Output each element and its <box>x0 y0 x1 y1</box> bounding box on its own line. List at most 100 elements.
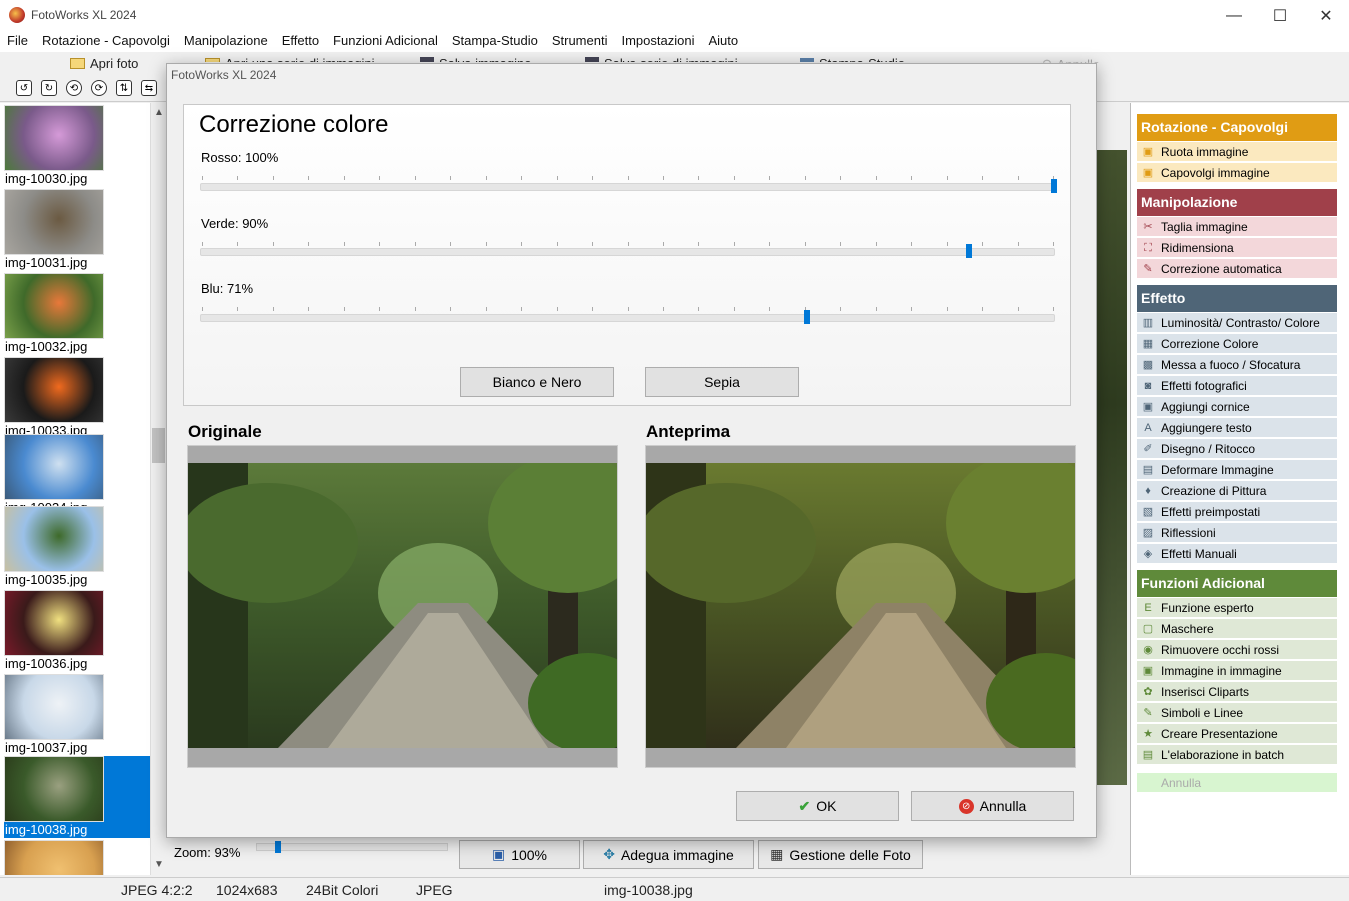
flip-vertical-icon[interactable]: ⇅ <box>116 80 132 96</box>
fit-box-icon: ▣ <box>491 846 506 862</box>
red-slider-thumb[interactable] <box>1051 179 1057 193</box>
thumbnail-item[interactable]: img-10038.jpg <box>4 756 150 838</box>
ok-button[interactable]: ✔ OK <box>736 791 899 821</box>
rotate-left-icon[interactable]: ↺ <box>16 80 32 96</box>
dialog-window-title: FotoWorks XL 2024 <box>171 68 277 82</box>
thumbnail-image <box>4 840 104 875</box>
scroll-thumb[interactable] <box>152 428 165 463</box>
section-header[interactable]: Funzioni Adicional <box>1137 570 1337 597</box>
function-item[interactable]: ▨ Riflessioni <box>1137 523 1337 543</box>
function-item[interactable]: ◉ Rimuovere occhi rossi <box>1137 640 1337 660</box>
green-slider-thumb[interactable] <box>965 244 972 258</box>
function-item[interactable]: ✎ Simboli e Linee <box>1137 703 1337 723</box>
undo-panel-button[interactable]: Annulla <box>1137 773 1337 793</box>
function-item-label: Maschere <box>1161 622 1214 636</box>
function-item[interactable]: ▣ Aggiungi cornice <box>1137 397 1337 417</box>
function-item[interactable]: ▣ Capovolgi immagine <box>1137 163 1337 183</box>
function-item[interactable]: ◙ Effetti fotografici <box>1137 376 1337 396</box>
zoom-100-button[interactable]: ▣ 100% <box>459 840 580 869</box>
function-item-label: Ridimensiona <box>1161 241 1234 255</box>
function-item[interactable]: ▧ Effetti preimpostati <box>1137 502 1337 522</box>
function-item[interactable]: ▩ Messa a fuoco / Sfocatura <box>1137 355 1337 375</box>
zoom-slider[interactable] <box>256 841 448 853</box>
menu-file[interactable]: File <box>7 31 35 52</box>
scroll-down-icon[interactable]: ▼ <box>154 859 164 870</box>
thumbnail-item[interactable]: img-10036.jpg <box>4 590 150 672</box>
menu-additional[interactable]: Funzioni Adicional <box>333 31 445 52</box>
thumbnail-list[interactable]: img-10030.jpg img-10031.jpg img-10032.jpg i… <box>0 103 166 875</box>
rotate-right-icon[interactable]: ↻ <box>41 80 57 96</box>
thumbnail-scrollbar[interactable]: ▲ ▼ <box>150 103 166 875</box>
minimize-icon[interactable]: — <box>1211 0 1257 31</box>
thumbnail-item[interactable]: img-10033.jpg <box>4 357 150 439</box>
function-item[interactable]: ▣ Ruota immagine <box>1137 142 1337 162</box>
thumbnail-item[interactable]: img-10034.jpg <box>4 434 150 516</box>
function-item[interactable]: ★ Creare Presentazione <box>1137 724 1337 744</box>
thumbnail-item[interactable]: img-10030.jpg <box>4 105 150 187</box>
function-item[interactable]: ▥ Luminosità/ Contrasto/ Colore <box>1137 313 1337 333</box>
slider-tick <box>592 176 594 180</box>
menu-rotate[interactable]: Rotazione - Capovolgi <box>42 31 177 52</box>
function-item-label: Correzione Colore <box>1161 337 1259 351</box>
function-item[interactable]: ▣ Immagine in immagine <box>1137 661 1337 681</box>
red-slider[interactable] <box>200 179 1057 193</box>
open-photo-button[interactable]: Apri foto <box>70 56 138 71</box>
zoom-slider-thumb[interactable] <box>274 841 281 853</box>
black-white-button[interactable]: Bianco e Nero <box>460 367 614 397</box>
red-eye-icon: ◉ <box>1143 644 1153 656</box>
section-header[interactable]: Rotazione - Capovolgi <box>1137 114 1337 141</box>
slider-tick <box>662 307 664 311</box>
rotate-ccw-icon[interactable]: ⟲ <box>66 80 82 96</box>
photo-management-button[interactable]: ▦ Gestione delle Foto <box>758 840 923 869</box>
slider-tick <box>840 242 842 246</box>
maximize-icon[interactable]: ☐ <box>1257 0 1303 31</box>
thumbnail-item[interactable]: img-10031.jpg <box>4 189 150 271</box>
function-item[interactable]: ⛶ Ridimensiona <box>1137 238 1337 258</box>
status-size: 1024x683 <box>216 882 278 898</box>
original-image-frame <box>187 445 618 768</box>
menu-help[interactable]: Aiuto <box>708 31 745 52</box>
function-item[interactable]: ✿ Inserisci Cliparts <box>1137 682 1337 702</box>
function-item[interactable]: ◈ Effetti Manuali <box>1137 544 1337 564</box>
scroll-up-icon[interactable]: ▲ <box>154 107 164 118</box>
thumbnail-filename: img-10038.jpg <box>5 822 88 837</box>
blue-slider[interactable] <box>200 310 1055 324</box>
thumbnail-item[interactable]: img-10035.jpg <box>4 506 150 588</box>
sepia-button[interactable]: Sepia <box>645 367 799 397</box>
status-colors: 24Bit Colori <box>306 882 379 898</box>
slider-tick <box>1053 307 1054 311</box>
function-item[interactable]: A Aggiungere testo <box>1137 418 1337 438</box>
function-item[interactable]: ▤ Deformare Immagine <box>1137 460 1337 480</box>
cancel-button[interactable]: ⊘ Annulla <box>911 791 1074 821</box>
function-item[interactable]: ▢ Maschere <box>1137 619 1337 639</box>
function-item[interactable]: ▤ L'elaborazione in batch <box>1137 745 1337 765</box>
slider-tick <box>662 242 664 246</box>
thumbnail-item[interactable]: img-10037.jpg <box>4 674 150 756</box>
green-slider[interactable] <box>200 244 1055 258</box>
title-bar: FotoWorks XL 2024 — ☐ ✕ <box>0 0 1349 31</box>
function-item[interactable]: ✎ Correzione automatica <box>1137 259 1337 279</box>
menu-print-studio[interactable]: Stampa-Studio <box>452 31 545 52</box>
manual-effects-icon: ◈ <box>1143 548 1153 560</box>
thumbnail-image <box>4 273 104 339</box>
function-item[interactable]: ✂ Taglia immagine <box>1137 217 1337 237</box>
fit-image-button[interactable]: ✥ Adegua immagine <box>583 840 754 869</box>
thumbnail-item[interactable]: img-10039.jpg <box>4 840 150 875</box>
section-header[interactable]: Manipolazione <box>1137 189 1337 216</box>
menu-effect[interactable]: Effetto <box>282 31 326 52</box>
menu-tools[interactable]: Strumenti <box>552 31 615 52</box>
flip-horizontal-icon[interactable]: ⇆ <box>141 80 157 96</box>
section-header[interactable]: Effetto <box>1137 285 1337 312</box>
menu-manipulation[interactable]: Manipolazione <box>184 31 275 52</box>
slider-tick <box>556 176 558 180</box>
thumbnail-item[interactable]: img-10032.jpg <box>4 273 150 355</box>
function-item[interactable]: ♦ Creazione di Pittura <box>1137 481 1337 501</box>
close-icon[interactable]: ✕ <box>1303 0 1349 31</box>
preview-image-frame <box>645 445 1076 768</box>
blue-slider-thumb[interactable] <box>803 310 810 324</box>
rotate-cw-icon[interactable]: ⟳ <box>91 80 107 96</box>
function-item[interactable]: ✐ Disegno / Ritocco <box>1137 439 1337 459</box>
function-item[interactable]: ▦ Correzione Colore <box>1137 334 1337 354</box>
menu-settings[interactable]: Impostazioni <box>621 31 701 52</box>
function-item[interactable]: E Funzione esperto <box>1137 598 1337 618</box>
